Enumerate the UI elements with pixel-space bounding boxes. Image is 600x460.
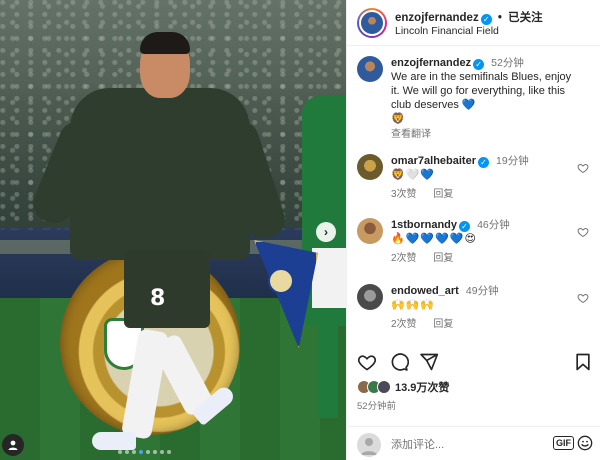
verified-badge-icon: ✓: [459, 221, 471, 232]
see-translation-link[interactable]: 查看翻译: [391, 128, 581, 142]
caption-body: enzojfernandez ✓ 52分钟 We are in the semif…: [391, 56, 581, 142]
post-timestamp: 52分钟前: [357, 401, 397, 412]
post-header: enzojfernandez ✓ • 已关注 Lincoln Financial …: [347, 0, 600, 46]
comment-username[interactable]: omar7alhebaiter: [391, 155, 476, 167]
user-icon: [8, 440, 18, 450]
separator: •: [497, 12, 502, 24]
author-username[interactable]: enzojfernandez: [395, 12, 479, 24]
heart-icon[interactable]: [577, 226, 589, 238]
caption-emoji: 🦁: [391, 113, 406, 125]
caption: enzojfernandez ✓ 52分钟 We are in the semif…: [357, 56, 595, 142]
heart-icon[interactable]: [577, 162, 589, 174]
carousel-dot: [132, 450, 136, 454]
bookmark-icon[interactable]: [573, 352, 593, 372]
comment-icon[interactable]: [389, 352, 409, 372]
share-icon[interactable]: [419, 352, 439, 372]
carousel-dot: [118, 450, 122, 454]
caption-username[interactable]: enzojfernandez: [391, 57, 471, 69]
comment-body: endowed_art 49分钟 🙌🙌🙌 2次赞 回复: [391, 284, 581, 332]
comment-body: omar7alhebaiter ✓ 19分钟 🦁🤍💙 3次赞 回复: [391, 154, 581, 202]
comment-text: 🔥💙💙💙💙😍: [391, 233, 477, 245]
caption-time: 52分钟: [491, 57, 524, 69]
smile-icon[interactable]: [577, 435, 593, 451]
reply-button[interactable]: 回复: [433, 253, 453, 264]
following-button[interactable]: 已关注: [508, 12, 543, 24]
comment-text: 🦁🤍💙: [391, 169, 436, 181]
comment-likes[interactable]: 2次赞: [391, 319, 417, 330]
comment-body: 1stbornandy ✓ 46分钟 🔥💙💙💙💙😍 2次赞 回复: [391, 218, 581, 266]
location-link[interactable]: Lincoln Financial Field: [395, 25, 499, 37]
caption-text: We are in the semifinals Blues, enjoy it…: [391, 71, 572, 111]
carousel-indicator: [118, 450, 171, 454]
comment-username[interactable]: endowed_art: [391, 285, 459, 297]
comment-item: 1stbornandy ✓ 46分钟 🔥💙💙💙💙😍 2次赞 回复: [357, 218, 595, 274]
jersey-number: 8: [150, 286, 166, 311]
gif-button[interactable]: GIF: [553, 436, 574, 450]
author-avatar[interactable]: [357, 8, 387, 38]
liker-avatar: [377, 380, 391, 394]
author-line: enzojfernandez ✓ • 已关注: [395, 9, 543, 25]
commenter-avatar[interactable]: [357, 154, 383, 180]
comment-time: 46分钟: [477, 219, 510, 231]
post-sidebar: enzojfernandez ✓ • 已关注 Lincoln Financial …: [346, 0, 600, 460]
comment-likes[interactable]: 3次赞: [391, 189, 417, 200]
reply-button[interactable]: 回复: [433, 319, 453, 330]
player-jacket: [70, 88, 250, 260]
carousel-dot: [167, 450, 171, 454]
comment-item: omar7alhebaiter ✓ 19分钟 🦁🤍💙 3次赞 回复: [357, 154, 595, 210]
heart-icon[interactable]: [577, 292, 589, 304]
next-photo-button[interactable]: ›: [316, 222, 336, 242]
player-hair: [140, 32, 190, 54]
comments-list[interactable]: enzojfernandez ✓ 52分钟 We are in the semif…: [347, 52, 600, 338]
comment-username[interactable]: 1stbornandy: [391, 219, 457, 231]
carousel-dot: [125, 450, 129, 454]
carousel-dot: [160, 450, 164, 454]
player-shorts: [124, 250, 210, 328]
verified-badge-icon: ✓: [480, 14, 492, 25]
carousel-dot: [146, 450, 150, 454]
tagged-users-button[interactable]: [2, 434, 24, 456]
commenter-avatar[interactable]: [357, 284, 383, 310]
verified-badge-icon: ✓: [473, 59, 485, 70]
comment-item: endowed_art 49分钟 🙌🙌🙌 2次赞 回复: [357, 284, 595, 338]
player-left-boot: [92, 432, 136, 450]
chevron-right-icon: ›: [324, 225, 328, 239]
add-comment-bar: GIF: [347, 426, 600, 460]
post-photo[interactable]: 8 ›: [0, 0, 346, 460]
caption-avatar[interactable]: [357, 56, 383, 82]
post-actions: [347, 346, 600, 376]
likes-count[interactable]: 13.9万次赞: [395, 379, 449, 395]
reply-button[interactable]: 回复: [433, 189, 453, 200]
pennant-crest: [268, 268, 294, 294]
current-user-avatar: [357, 433, 381, 457]
opposing-player-sock: [318, 308, 338, 418]
comment-time: 19分钟: [496, 155, 529, 167]
carousel-dot: [153, 450, 157, 454]
commenter-avatar[interactable]: [357, 218, 383, 244]
add-comment-input[interactable]: [391, 437, 551, 453]
comment-likes[interactable]: 2次赞: [391, 253, 417, 264]
post-viewer: 8 › enzojfernandez ✓ • 已关注 Lincoln Financ: [0, 0, 600, 460]
likes-summary[interactable]: 13.9万次赞: [357, 378, 449, 396]
verified-badge-icon: ✓: [477, 157, 489, 168]
comment-text: 🙌🙌🙌: [391, 299, 436, 311]
heart-icon[interactable]: [357, 352, 377, 372]
carousel-dot: [139, 450, 143, 454]
comment-time: 49分钟: [465, 285, 499, 297]
